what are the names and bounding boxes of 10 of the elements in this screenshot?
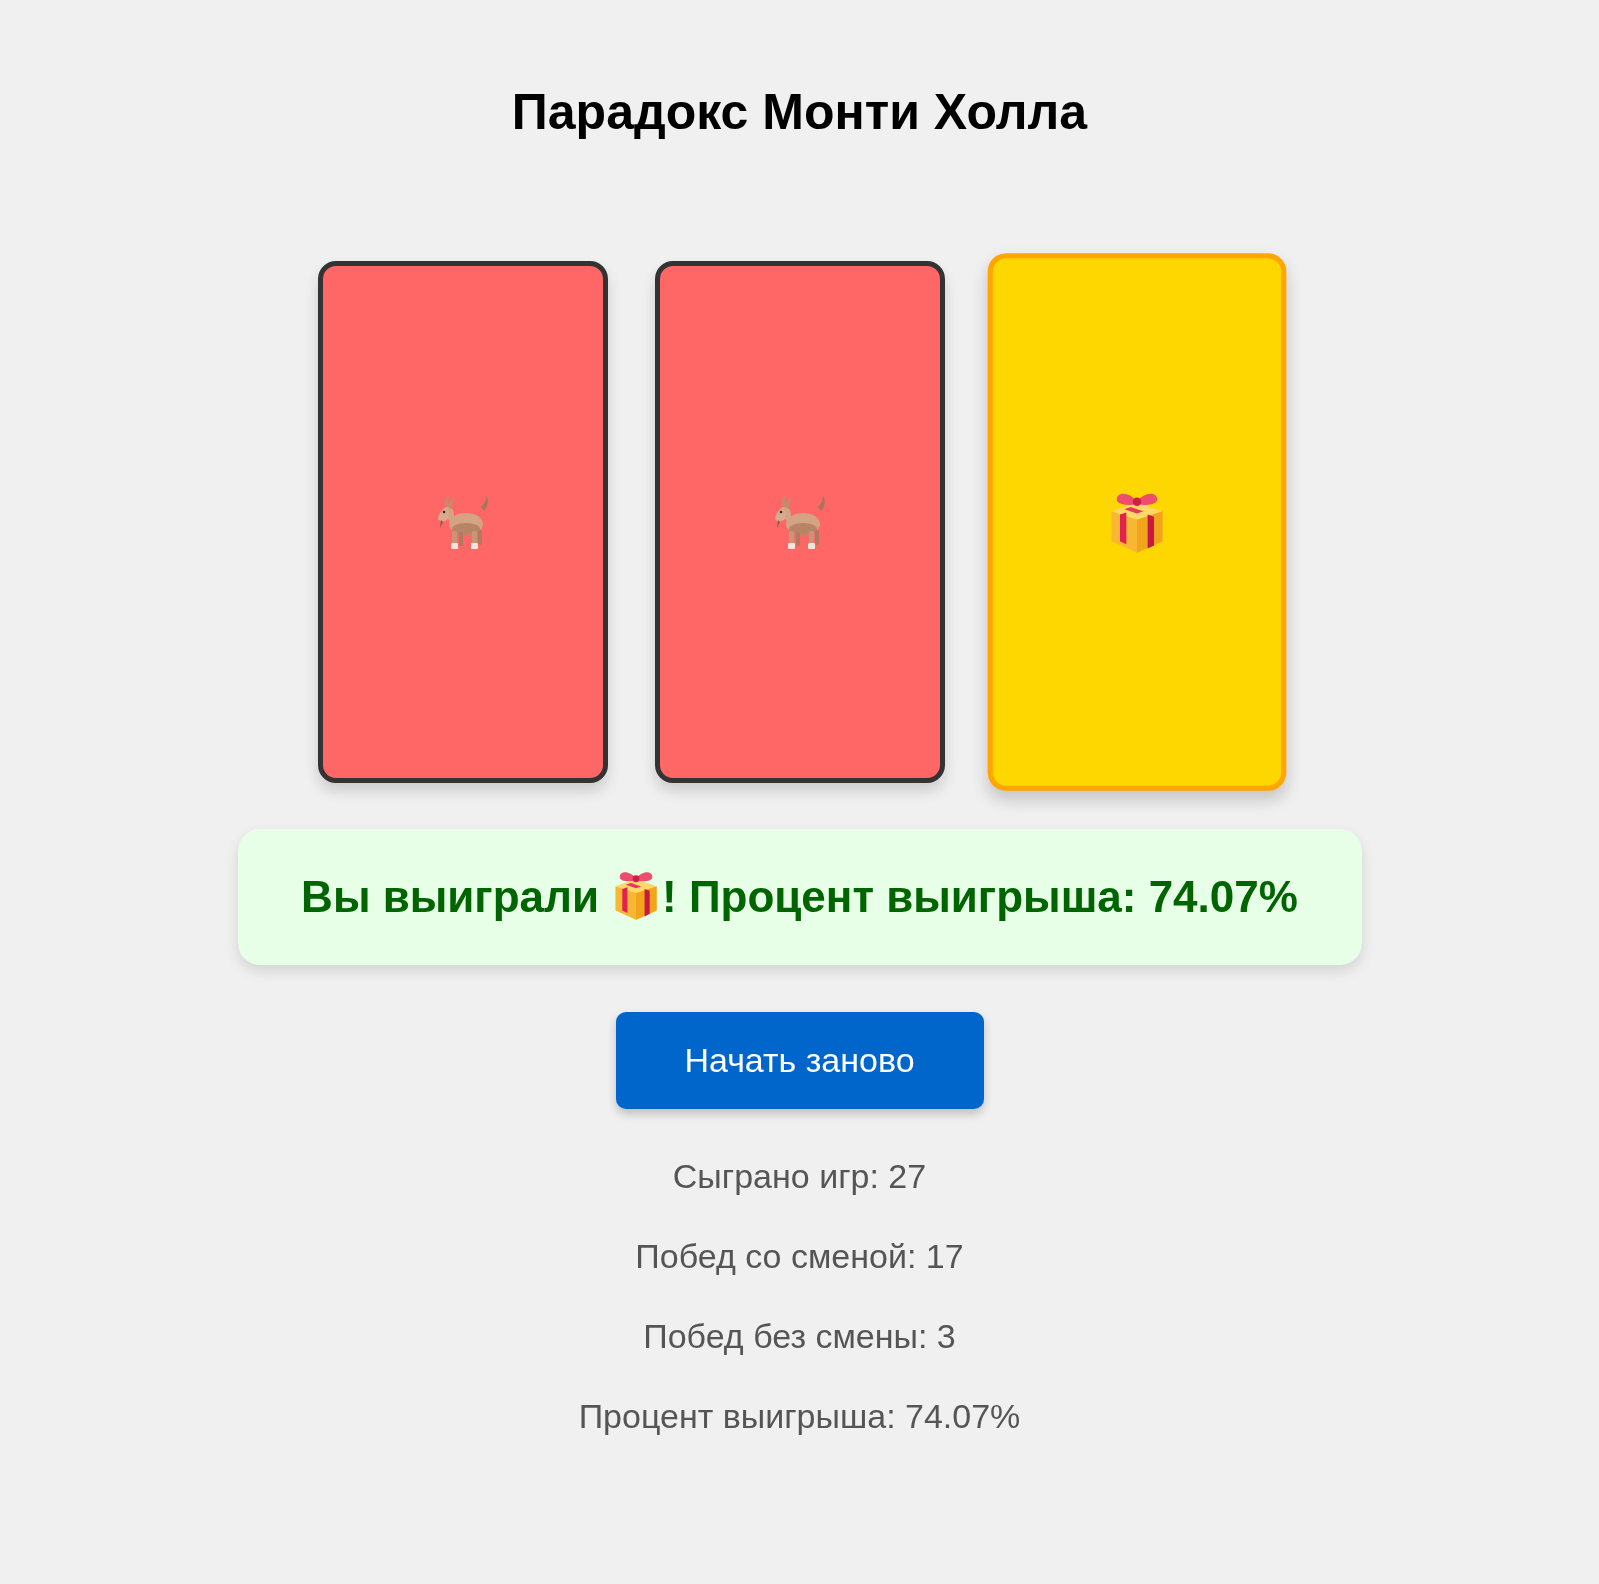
door-card[interactable] [317,261,608,783]
stat-text: Процент выигрыша: 74.07% [578,1396,1021,1437]
result-message: ! Процент выигрыша: 74.07% [662,875,1298,919]
restart-button[interactable]: Начать заново [615,1012,984,1109]
page-title: Парадокс Монти Холла [511,83,1088,142]
door-card[interactable] [654,261,945,783]
stat-text: Сыграно игр: 27 [672,1156,927,1197]
stat-text: Побед без смены: 3 [643,1316,956,1357]
result-message: Вы выиграли [301,875,600,919]
stat-text: Побед со сменой: 17 [635,1236,964,1277]
